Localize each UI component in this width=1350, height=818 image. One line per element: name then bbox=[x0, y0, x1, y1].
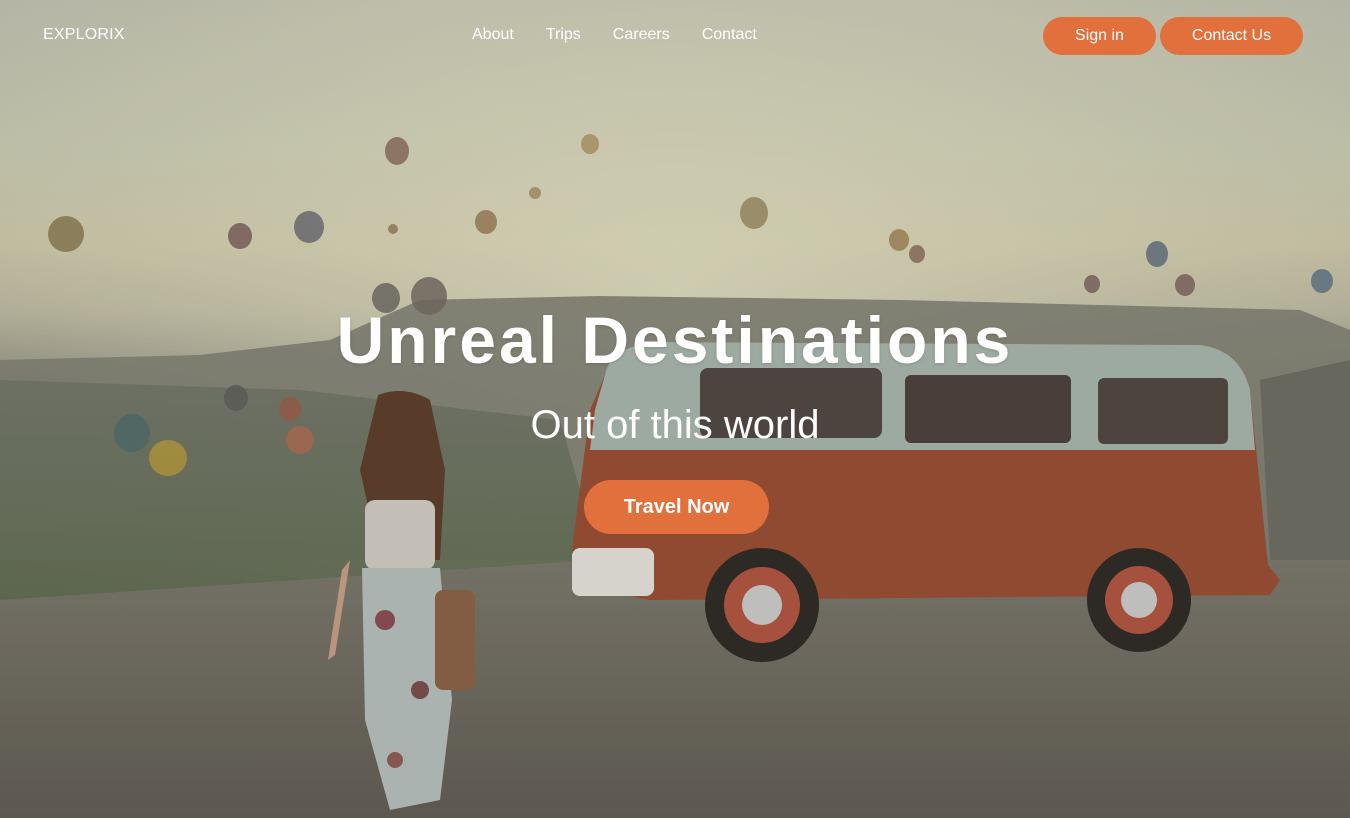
top-navbar: EXPLORIX About Trips Careers Contact Sig… bbox=[0, 0, 1350, 72]
hero-section: EXPLORIX About Trips Careers Contact Sig… bbox=[0, 0, 1350, 818]
nav-actions: Sign in Contact Us bbox=[1043, 17, 1303, 55]
sign-in-button[interactable]: Sign in bbox=[1043, 17, 1156, 55]
brand-logo[interactable]: EXPLORIX bbox=[43, 26, 125, 44]
contact-us-button[interactable]: Contact Us bbox=[1160, 17, 1303, 55]
nav-link-contact[interactable]: Contact bbox=[702, 26, 757, 44]
hero-title: Unreal Destinations bbox=[336, 303, 1014, 377]
hero-subtitle: Out of this world bbox=[530, 403, 820, 447]
nav-link-about[interactable]: About bbox=[472, 26, 514, 44]
nav-link-careers[interactable]: Careers bbox=[613, 26, 670, 44]
main-nav: About Trips Careers Contact bbox=[472, 26, 757, 44]
travel-now-button[interactable]: Travel Now bbox=[584, 480, 769, 534]
nav-link-trips[interactable]: Trips bbox=[546, 26, 581, 44]
